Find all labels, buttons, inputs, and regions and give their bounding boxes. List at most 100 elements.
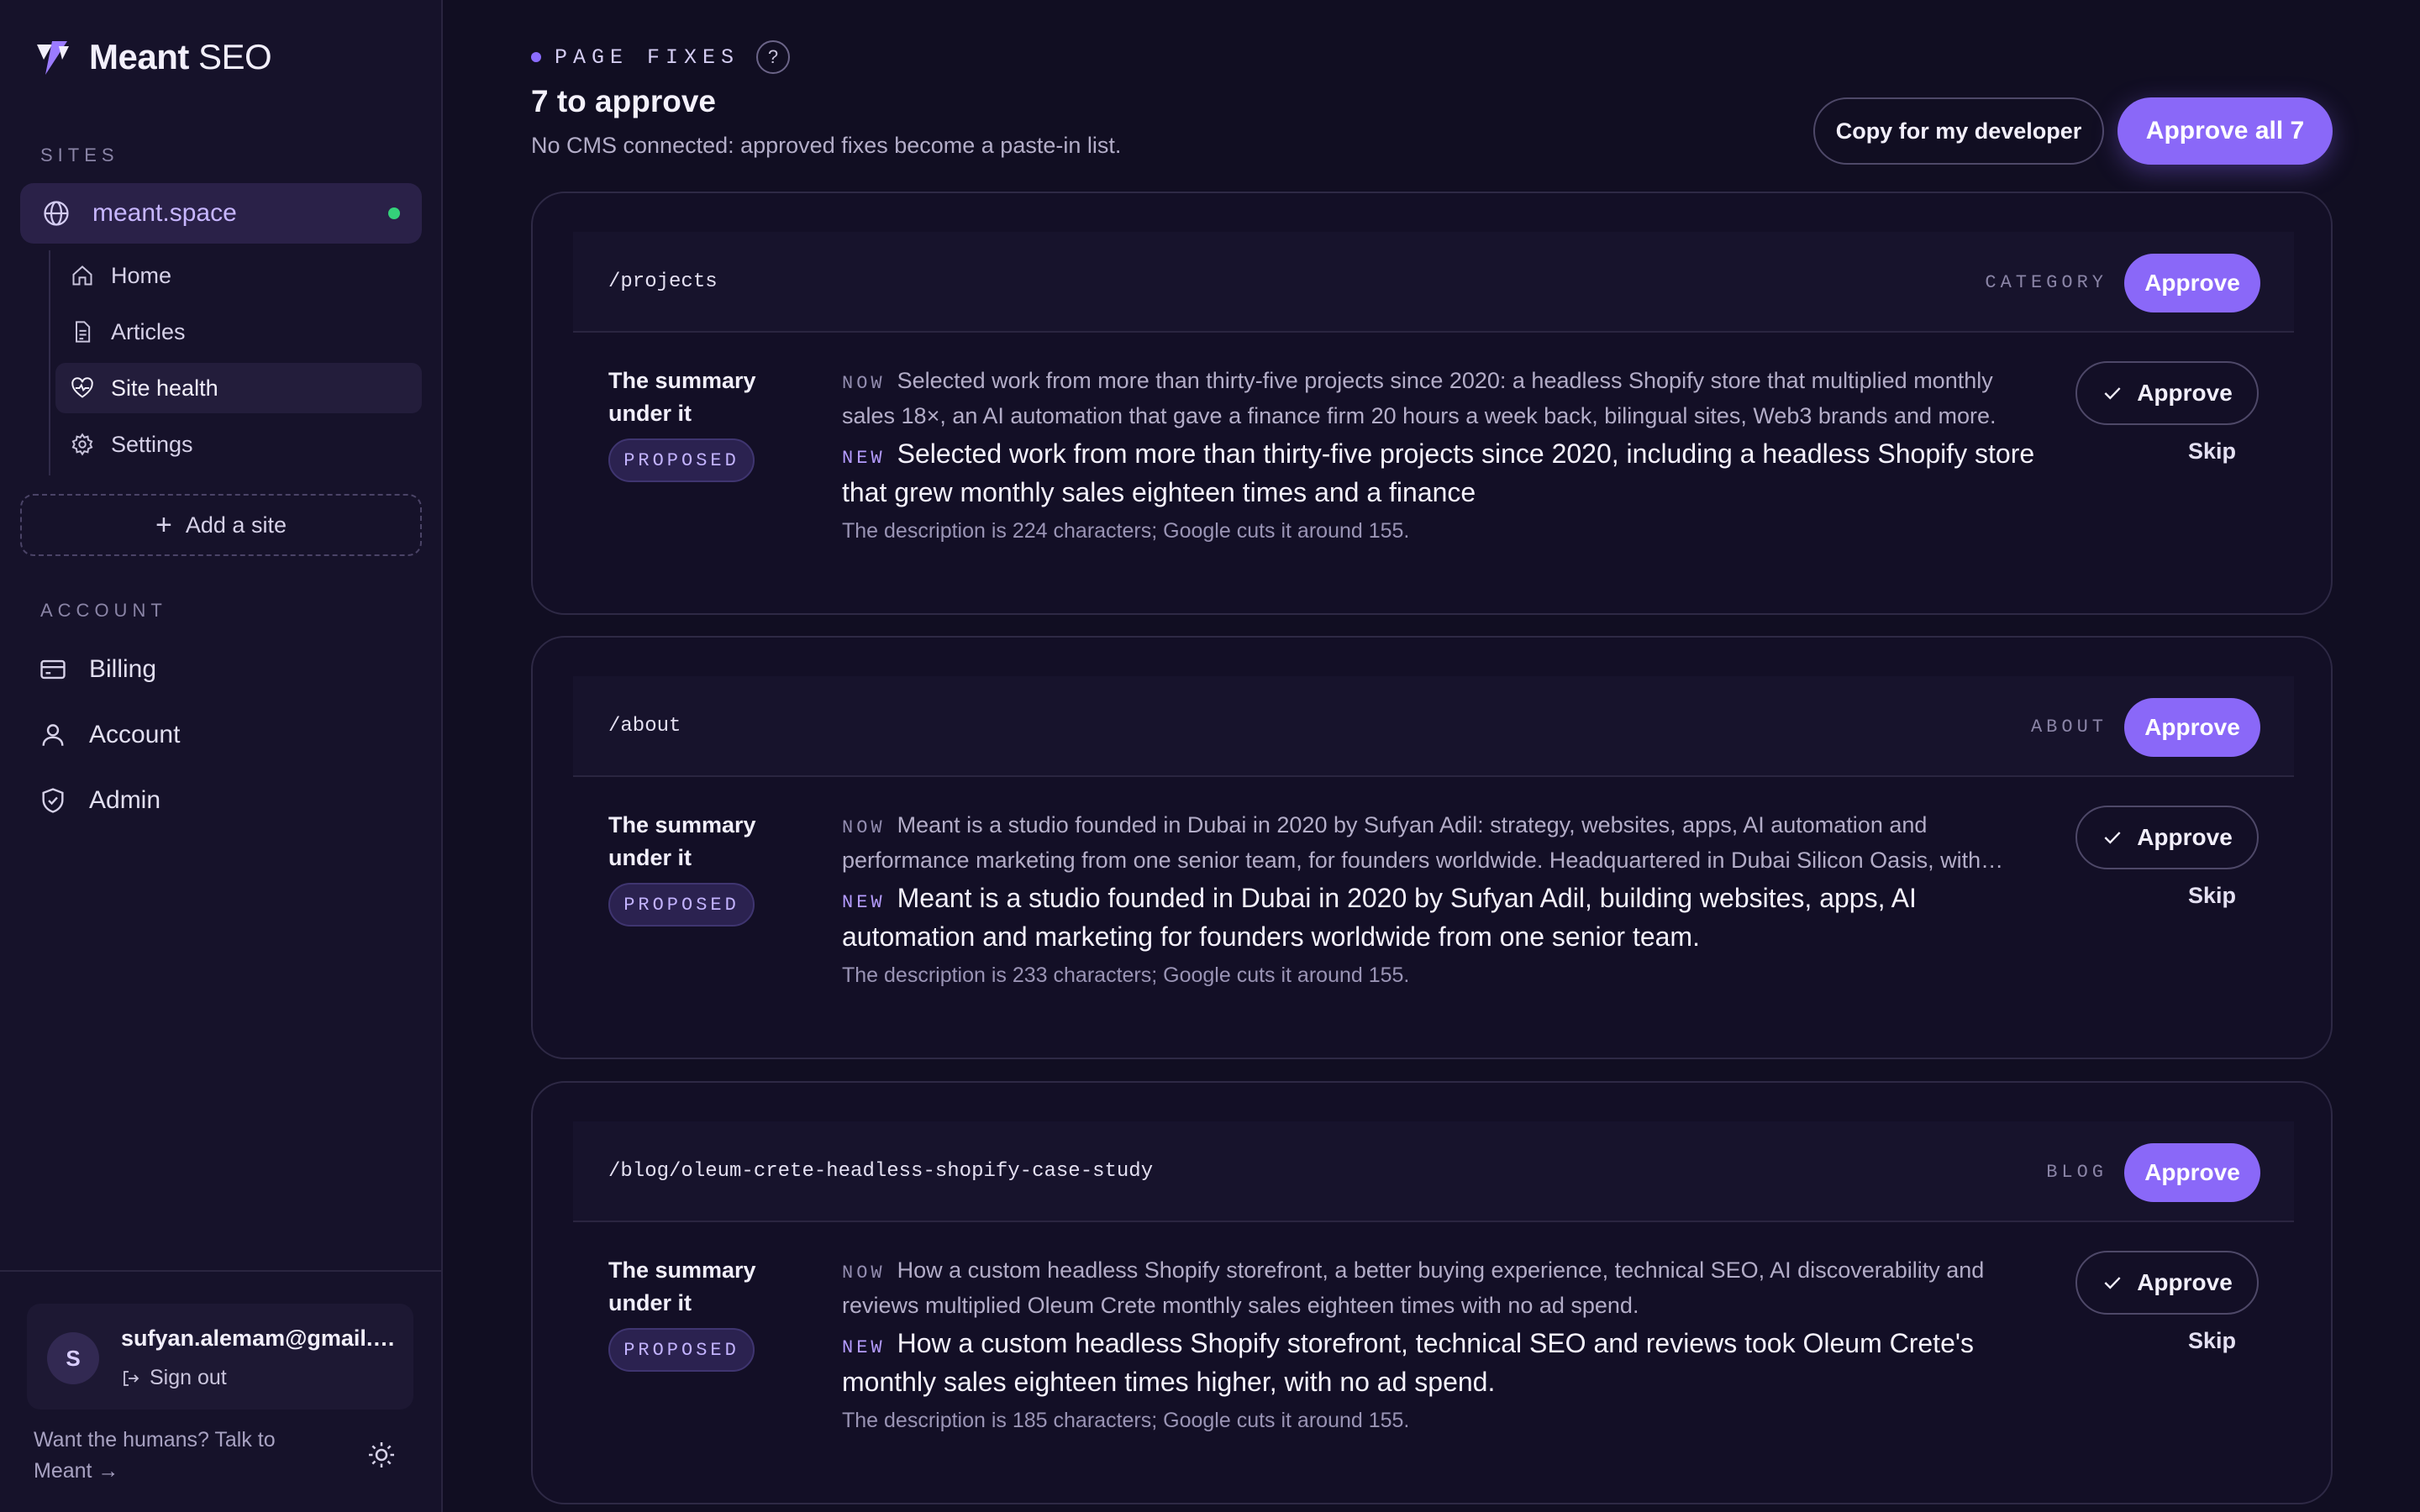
current-value: NOW How a custom headless Shopify storefr…	[842, 1254, 2035, 1322]
add-site-label: Add a site	[185, 512, 287, 538]
site-status-dot	[388, 207, 400, 219]
fix-card-header: /about ABOUT Approve	[573, 676, 2294, 777]
new-tag: NEW	[842, 892, 886, 913]
nav-item-label: Admin	[89, 786, 161, 814]
new-tag: NEW	[842, 448, 886, 469]
approve-fix-button[interactable]: Approve	[2075, 361, 2259, 425]
nav-item-label: Home	[111, 262, 172, 288]
nav-item-admin[interactable]: Admin	[39, 768, 425, 833]
proposed-badge: PROPOSED	[608, 883, 755, 927]
field-title: The summary under it	[608, 1257, 756, 1315]
add-site-button[interactable]: + Add a site	[20, 494, 422, 556]
field-title: The summary under it	[608, 368, 756, 426]
copy-for-developer-button[interactable]: Copy for my developer	[1813, 97, 2104, 165]
sun-icon[interactable]	[366, 1440, 397, 1470]
heart-pulse-icon	[71, 377, 93, 398]
brand[interactable]: Meant SEO	[34, 37, 272, 77]
skip-button[interactable]: Skip	[2188, 883, 2236, 909]
fix-card: /about ABOUT Approve The summary under i…	[531, 636, 2333, 1059]
approve-fix-button[interactable]: Approve	[2075, 1251, 2259, 1315]
nav-item-label: Site health	[111, 375, 218, 401]
document-icon	[76, 321, 91, 343]
current-value: NOW Selected work from more than thirty-f…	[842, 365, 2035, 433]
nav-item-home[interactable]: Home	[55, 250, 422, 301]
approve-label: Approve	[2137, 380, 2233, 406]
section-label: PAGE FIXES ?	[531, 40, 791, 74]
check-icon	[2104, 387, 2121, 400]
page-category: CATEGORY	[1985, 272, 2107, 293]
proposed-text: How a custom headless Shopify storefront…	[842, 1328, 1974, 1397]
proposed-value: NEW How a custom headless Shopify storefr…	[842, 1326, 2035, 1399]
page-path: /projects	[608, 270, 718, 293]
nav-item-account[interactable]: Account	[39, 702, 425, 768]
approve-fix-button[interactable]: Approve	[2075, 806, 2259, 869]
page-path: /blog/oleum-crete-headless-shopify-case-…	[608, 1160, 1154, 1183]
proposed-value: NEW Meant is a studio founded in Dubai in…	[842, 881, 2035, 954]
shield-icon	[42, 788, 64, 813]
proposed-badge: PROPOSED	[608, 438, 755, 482]
approve-page-button[interactable]: Approve	[2124, 254, 2260, 312]
site-name: meant.space	[92, 199, 237, 227]
sign-out-label: Sign out	[150, 1366, 227, 1389]
current-text: How a custom headless Shopify storefront…	[842, 1257, 1985, 1318]
sign-out-link[interactable]: Sign out	[121, 1366, 227, 1390]
credit-card-icon	[40, 659, 66, 680]
logo-icon	[34, 38, 72, 76]
fix-card-header: /blog/oleum-crete-headless-shopify-case-…	[573, 1121, 2294, 1222]
home-icon	[72, 265, 92, 286]
page-category: ABOUT	[2030, 717, 2107, 738]
nav-item-label: Articles	[111, 318, 186, 344]
account-label: ACCOUNT	[40, 600, 167, 621]
user-card[interactable]: S sufyan.alemam@gmail.com Sign out	[27, 1304, 413, 1410]
fix-card: /projects CATEGORY Approve The summary u…	[531, 192, 2333, 615]
user-email: sufyan.alemam@gmail.com	[121, 1326, 407, 1351]
proposed-text: Selected work from more than thirty-five…	[842, 438, 2035, 507]
nav-item-site-health[interactable]: Site health	[55, 363, 422, 413]
proposed-text: Meant is a studio founded in Dubai in 20…	[842, 883, 1917, 952]
section-label-text: PAGE FIXES	[555, 45, 740, 70]
site-selector[interactable]: meant.space	[20, 183, 422, 244]
user-icon	[42, 724, 64, 746]
length-note: The description is 185 characters; Googl…	[842, 1409, 1410, 1432]
page-subtitle: No CMS connected: approved fixes become …	[531, 133, 1122, 158]
nav-item-label: Settings	[111, 431, 193, 457]
nav-item-settings[interactable]: Settings	[55, 419, 422, 470]
nav-item-label: Billing	[89, 655, 157, 683]
page-path: /about	[608, 715, 681, 738]
talk-to-meant-link[interactable]: Want the humans? Talk to Meant →	[34, 1425, 319, 1487]
proposed-badge: PROPOSED	[608, 1328, 755, 1372]
length-note: The description is 224 characters; Googl…	[842, 519, 1410, 543]
length-note: The description is 233 characters; Googl…	[842, 963, 1410, 987]
fix-card-header: /projects CATEGORY Approve	[573, 232, 2294, 333]
site-subnav: Home Articles Site health Settings	[49, 250, 422, 475]
approve-all-button[interactable]: Approve all 7	[2118, 97, 2333, 165]
skip-button[interactable]: Skip	[2188, 438, 2236, 465]
current-value: NOW Meant is a studio founded in Dubai in…	[842, 809, 2035, 877]
check-icon	[2104, 1277, 2121, 1289]
avatar: S	[47, 1332, 99, 1384]
now-tag: NOW	[842, 1263, 886, 1284]
page-category: BLOG	[2046, 1162, 2107, 1183]
nav-item-billing[interactable]: Billing	[39, 637, 425, 702]
sidebar-footer: S sufyan.alemam@gmail.com Sign out Want …	[0, 1270, 443, 1512]
current-text: Selected work from more than thirty-five…	[842, 368, 1996, 428]
current-text: Meant is a studio founded in Dubai in 20…	[842, 812, 1981, 873]
brand-name: Meant SEO	[89, 37, 272, 76]
section-bullet	[531, 52, 541, 62]
page-title: 7 to approve	[531, 84, 716, 118]
nav-item-label: Account	[89, 721, 181, 748]
nav-item-articles[interactable]: Articles	[55, 307, 422, 357]
new-tag: NEW	[842, 1337, 886, 1358]
now-tag: NOW	[842, 817, 886, 838]
help-button[interactable]: ?	[756, 40, 791, 74]
account-nav: Billing Account Admin	[39, 637, 425, 833]
approve-label: Approve	[2137, 824, 2233, 850]
sidebar: Meant SEO SITES meant.space Home Article…	[0, 0, 443, 1512]
gear-icon	[71, 433, 93, 456]
sites-label: SITES	[40, 144, 119, 165]
skip-button[interactable]: Skip	[2188, 1328, 2236, 1354]
sign-out-icon	[124, 1370, 139, 1386]
proposed-value: NEW Selected work from more than thirty-f…	[842, 437, 2035, 510]
approve-page-button[interactable]: Approve	[2124, 1143, 2260, 1202]
approve-page-button[interactable]: Approve	[2124, 698, 2260, 757]
